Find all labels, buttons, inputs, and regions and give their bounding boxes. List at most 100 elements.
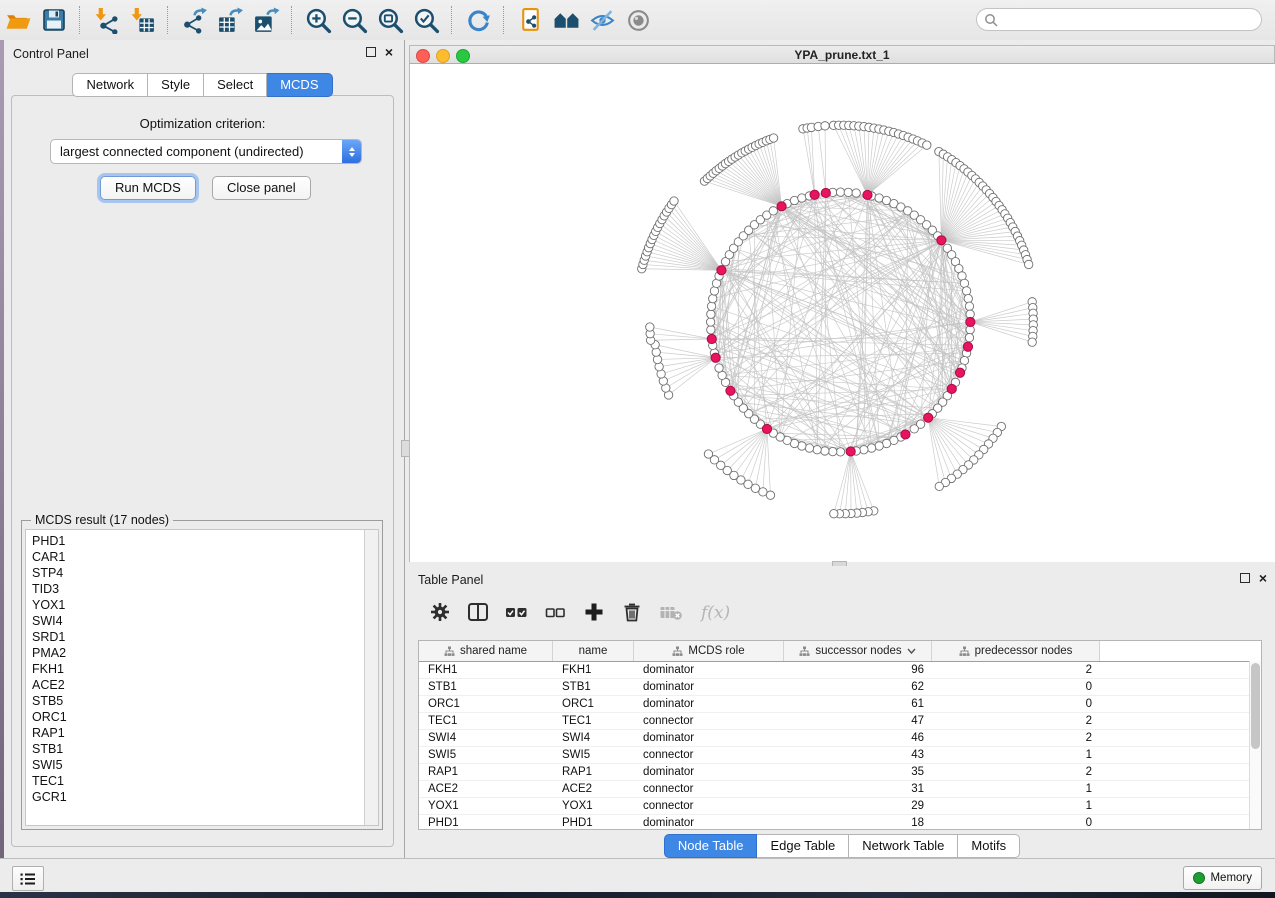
gear-button[interactable] [429,601,451,628]
open-file-button[interactable] [0,2,36,38]
graph-node[interactable] [844,188,852,196]
split-columns-button[interactable] [467,601,489,628]
graph-leaf-node[interactable] [646,323,654,331]
table-cell[interactable]: TEC1 [553,713,634,729]
close-panel-icon[interactable]: × [385,47,393,57]
table-cell[interactable]: RAP1 [553,764,634,780]
table-cell[interactable]: 2 [932,764,1100,780]
search-box[interactable] [976,8,1262,31]
graph-node[interactable] [805,444,813,452]
table-cell[interactable]: dominator [634,764,784,780]
table-cell[interactable]: SWI5 [419,747,553,763]
table-cell[interactable]: dominator [634,696,784,712]
table-cell[interactable]: PHD1 [553,815,634,830]
graph-node[interactable] [962,287,970,295]
list-item[interactable]: FKH1 [26,661,364,677]
graph-node[interactable] [965,302,973,310]
graph-node[interactable] [860,446,868,454]
graph-node[interactable] [706,318,714,326]
refresh-layout-button[interactable] [460,2,496,38]
table-cell[interactable]: 2 [932,662,1100,678]
list-item[interactable]: PMA2 [26,645,364,661]
list-item[interactable]: STB5 [26,693,364,709]
graph-leaf-node[interactable] [769,134,777,142]
list-item[interactable]: CAR1 [26,549,364,565]
table-cell[interactable]: STB1 [419,679,553,695]
mcds-result-list[interactable]: PHD1CAR1STP4TID3YOX1SWI4SRD1PMA2FKH1ACE2… [25,529,379,826]
memory-button[interactable]: Memory [1183,866,1262,890]
table-cell[interactable]: 29 [784,798,932,814]
list-item[interactable]: SRD1 [26,629,364,645]
graph-hub-node[interactable] [955,368,964,377]
export-network-button[interactable] [176,2,212,38]
graph-hub-node[interactable] [846,447,855,456]
graph-hub-node[interactable] [810,190,819,199]
function-builder-button[interactable]: f(x) [699,600,741,629]
graph-node[interactable] [769,207,777,215]
graph-node[interactable] [715,364,723,372]
graph-hub-node[interactable] [707,334,716,343]
table-cell[interactable]: dominator [634,815,784,830]
eye-slash-button[interactable] [584,2,620,38]
graph-node[interactable] [852,189,860,197]
search-input[interactable] [1002,12,1261,28]
tab-select[interactable]: Select [204,73,267,97]
network-window-titlebar[interactable]: YPA_prune.txt_1 [409,45,1275,64]
list-item[interactable]: SWI4 [26,613,364,629]
graph-leaf-node[interactable] [766,491,774,499]
table-cell[interactable]: SWI5 [553,747,634,763]
graph-node[interactable] [707,326,715,334]
graph-hub-node[interactable] [901,430,910,439]
table-cell[interactable]: 96 [784,662,932,678]
table-cell[interactable]: 1 [932,747,1100,763]
graph-hub-node[interactable] [717,266,726,275]
table-cell[interactable]: dominator [634,662,784,678]
add-column-button[interactable] [583,601,605,628]
network-document-button[interactable] [512,2,548,38]
list-item[interactable]: ACE2 [26,677,364,693]
graph-node[interactable] [813,446,821,454]
tab-style[interactable]: Style [148,73,204,97]
table-row[interactable]: ACE2ACE2connector311 [419,781,1261,798]
graph-hub-node[interactable] [863,190,872,199]
table-scrollbar[interactable] [1249,661,1261,829]
table-cell[interactable]: 0 [932,815,1100,830]
scrollbar-thumb[interactable] [1251,663,1260,749]
graph-node[interactable] [798,194,806,202]
graph-node[interactable] [965,333,973,341]
table-cell[interactable]: 18 [784,815,932,830]
table-cell[interactable]: 35 [784,764,932,780]
float-panel-icon[interactable] [1240,573,1250,583]
graph-hub-node[interactable] [924,413,933,422]
table-row[interactable]: SWI5SWI5connector431 [419,747,1261,764]
network-view[interactable] [409,64,1275,562]
tab-mcds[interactable]: MCDS [267,73,332,97]
graph-hub-node[interactable] [966,317,975,326]
table-cell[interactable]: 61 [784,696,932,712]
close-panel-icon[interactable]: × [1259,573,1267,583]
graph-leaf-node[interactable] [670,197,678,205]
graph-node[interactable] [875,442,883,450]
table-cell[interactable]: dominator [634,679,784,695]
graph-hub-node[interactable] [947,384,956,393]
tab-node-table[interactable]: Node Table [664,834,758,858]
table-cell[interactable]: ACE2 [553,781,634,797]
table-cell[interactable]: YOX1 [553,798,634,814]
graph-leaf-node[interactable] [704,450,712,458]
column-header-successor-nodes[interactable]: successor nodes [784,641,932,661]
graph-node[interactable] [836,448,844,456]
table-cell[interactable]: 1 [932,781,1100,797]
table-cell[interactable]: ACE2 [419,781,553,797]
tab-edge-table[interactable]: Edge Table [757,834,849,858]
binoculars-button[interactable] [548,2,584,38]
list-scrollbar[interactable] [364,530,378,825]
select-all-checkboxes-button[interactable] [505,601,529,628]
graph-node[interactable] [867,444,875,452]
table-cell[interactable]: connector [634,798,784,814]
task-history-button[interactable] [12,866,44,891]
table-cell[interactable]: 62 [784,679,932,695]
graph-node[interactable] [709,294,717,302]
table-cell[interactable]: PHD1 [419,815,553,830]
table-cell[interactable]: ORC1 [553,696,634,712]
delete-column-button[interactable] [621,601,643,628]
